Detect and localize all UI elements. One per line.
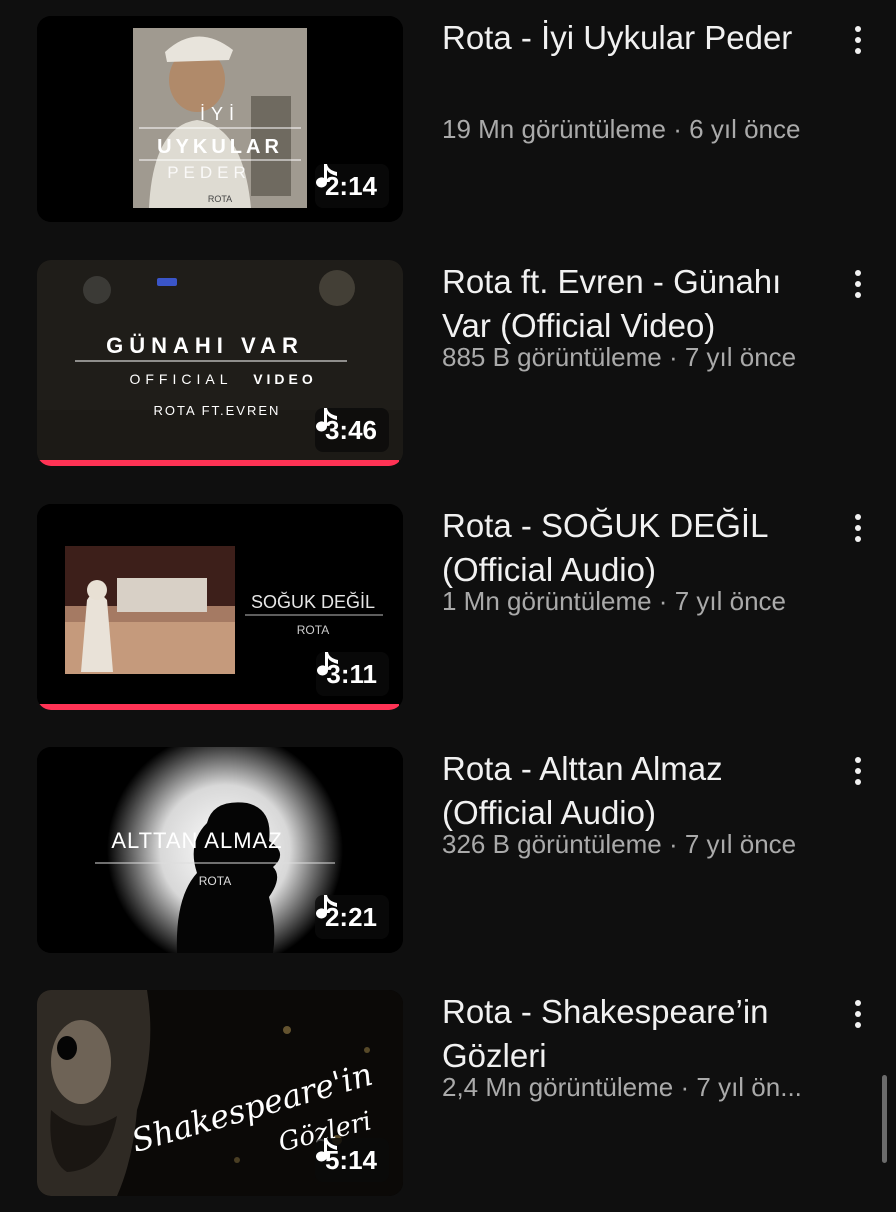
video-title[interactable]: Rota - SOĞUK DEĞİL (Official Audio) [442,504,832,592]
thumb-text-gunahi-var: GÜNAHI VAR [106,333,304,358]
view-count: 1 Mn görüntüleme [442,586,652,616]
thumb-text-rota-ft-evren: ROTA FT.EVREN [154,403,281,418]
scrollbar[interactable] [882,1075,887,1163]
view-count: 885 B görüntüleme [442,342,662,372]
music-note-icon [315,1138,337,1162]
upload-age: 7 yıl önce [684,342,797,372]
thumb-text-rota: ROTA [208,194,232,204]
video-thumbnail[interactable]: Shakespeare'in Gözleri 5:14 [37,990,403,1196]
thumb-text-iyi: İYİ [200,104,240,124]
music-note-icon [315,895,337,919]
video-thumbnail[interactable]: ALTTAN ALMAZ ROTA 2:21 [37,747,403,953]
video-thumbnail[interactable]: SOĞUK DEĞİL ROTA 3:11 [37,504,403,710]
more-vert-icon[interactable] [842,20,874,60]
music-note-icon [317,652,339,676]
meta-separator: · [668,829,678,859]
duration-badge: 3:11 [316,652,389,696]
thumb-text-soguk-degil: SOĞUK DEĞİL [251,591,375,612]
video-meta: 19 Mn görüntüleme · 6 yıl önce [442,112,882,146]
thumb-text-uykular: UYKULAR [157,136,283,158]
meta-separator: · [680,1072,690,1102]
duration-badge: 5:14 [314,1138,389,1182]
video-item[interactable]: GÜNAHI VAR OFFICIAL VIDEO ROTA FT.EVREN … [0,260,896,482]
view-count: 19 Mn görüntüleme [442,114,667,144]
video-list: İYİ UYKULAR PEDER ROTA 2:14 Rota - İyi U… [0,0,896,1200]
meta-separator: · [673,114,682,144]
video-meta: 326 B görüntüleme · 7 yıl önce [442,827,882,861]
meta-separator: · [658,586,668,616]
duration-badge: 3:46 [314,408,389,452]
duration-badge: 2:14 [314,164,389,208]
video-thumbnail[interactable]: GÜNAHI VAR OFFICIAL VIDEO ROTA FT.EVREN … [37,260,403,466]
upload-age: 7 yıl önce [684,829,797,859]
thumb-text-official: OFFICIAL [129,371,232,387]
upload-age: 6 yıl önce [689,114,801,144]
video-meta: 885 B görüntüleme · 7 yıl önce [442,340,882,374]
view-count: 326 B görüntüleme [442,829,662,859]
video-item[interactable]: Shakespeare'in Gözleri 5:14 Rota - Shake… [0,990,896,1212]
more-vert-icon[interactable] [842,751,874,791]
more-vert-icon[interactable] [842,264,874,304]
video-item[interactable]: ALTTAN ALMAZ ROTA 2:21 Rota - Alttan Alm… [0,747,896,969]
watch-progress-bar [37,460,399,466]
more-vert-icon[interactable] [842,508,874,548]
video-title[interactable]: Rota - İyi Uykular Peder [442,16,832,60]
thumb-text-rota: ROTA [199,874,231,888]
video-meta: 2,4 Mn görüntüleme · 7 yıl ön... [442,1070,882,1104]
view-count: 2,4 Mn görüntüleme [442,1072,674,1102]
video-title[interactable]: Rota ft. Evren - Günahı Var (Official Vi… [442,260,832,348]
music-note-icon [315,164,337,188]
duration-badge: 2:21 [314,895,389,939]
thumb-text-rota: ROTA [297,623,329,637]
video-item[interactable]: SOĞUK DEĞİL ROTA 3:11 Rota - SOĞUK DEĞİL… [0,504,896,726]
video-thumbnail[interactable]: İYİ UYKULAR PEDER ROTA 2:14 [37,16,403,222]
video-title[interactable]: Rota - Alttan Almaz (Official Audio) [442,747,832,835]
video-meta: 1 Mn görüntüleme · 7 yıl önce [442,584,882,618]
thumb-text-video: VIDEO [253,371,317,387]
thumb-text-peder: PEDER [167,163,251,182]
music-note-icon [315,408,337,432]
video-item[interactable]: İYİ UYKULAR PEDER ROTA 2:14 Rota - İyi U… [0,16,896,238]
meta-separator: · [668,342,678,372]
video-title[interactable]: Rota - Shakespeare’in Gözleri [442,990,832,1078]
more-vert-icon[interactable] [842,994,874,1034]
thumb-text-alttan-almaz: ALTTAN ALMAZ [111,828,282,853]
watch-progress-bar [37,704,399,710]
upload-age: 7 yıl ön... [696,1072,802,1102]
upload-age: 7 yıl önce [674,586,786,616]
